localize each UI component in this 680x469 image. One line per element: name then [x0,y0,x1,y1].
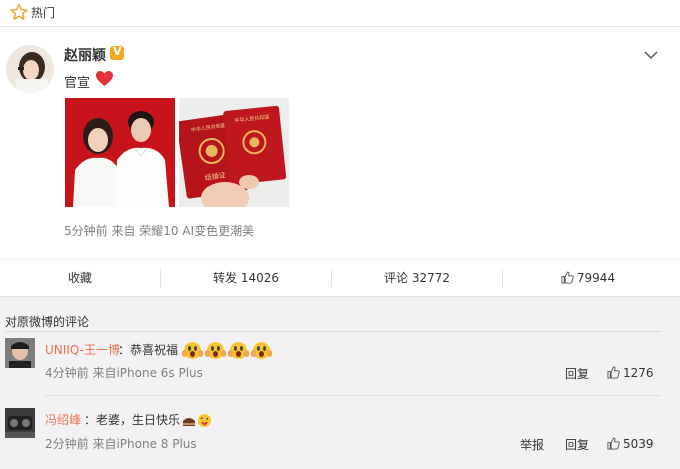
comment-text: ：恭喜祝福 [118,341,273,359]
author-avatar[interactable] [6,45,54,93]
author-name[interactable]: 赵丽颖 [64,45,106,65]
post-meta: 5分钟前 来自 荣耀10 AI变色更潮美 [64,224,255,238]
heart-icon [96,70,113,87]
action-bar: 收藏 转发 14026 评论 32772 79944 [0,259,680,297]
comment-like-button[interactable]: 5039 [607,437,654,451]
thumbs-up-icon [607,366,620,379]
chevron-down-icon[interactable] [643,49,659,61]
favorite-button[interactable]: 收藏 [0,260,160,296]
verified-badge: V [110,45,124,60]
cake-icon [183,417,196,426]
surprised-emoji-icon [205,342,227,359]
surprised-emoji-icon [182,342,204,359]
hot-label: 热门 [31,6,56,20]
like-button[interactable]: 79944 [503,260,673,296]
comment-meta: 4分钟前 来自iPhone 6s Plus [45,366,203,380]
couple-photo[interactable] [65,98,175,207]
marriage-certificate-photo[interactable]: 中华人民共和国 结婚证 中华人民共和国 [179,98,289,207]
reply-button[interactable]: 回复 [565,365,589,382]
comment-like-button[interactable]: 1276 [607,366,654,380]
post-card: 赵丽颖 V 官宣 中华人民共和国 结婚证 中华人民共和国 5分钟前 来自 荣耀1… [0,27,680,259]
comment-text: ：老婆，生日快乐 [84,411,212,428]
commenter-avatar[interactable] [5,408,35,438]
comment-author[interactable]: 冯绍峰 [45,411,81,428]
repost-button[interactable]: 转发 14026 [161,260,331,296]
hot-bar: 热门 [0,0,680,27]
surprised-emoji-icon [251,342,273,359]
thumbs-up-icon [561,271,574,284]
kiss-emoji-icon [197,413,212,428]
comment-button[interactable]: 评论 32772 [332,260,502,296]
divider [45,395,661,396]
post-text: 官宣 [64,76,91,91]
comment-meta: 2分钟前 来自iPhone 8 Plus [45,437,197,451]
divider [5,331,661,332]
comments-section-title: 对原微博的评论 [5,315,90,329]
comment-author[interactable]: UNIIQ-王一博 [45,341,120,358]
surprised-emoji-icon [228,342,250,359]
reply-button[interactable]: 回复 [565,436,589,453]
star-icon [10,3,28,20]
report-button[interactable]: 举报 [520,436,544,453]
thumbs-up-icon [607,437,620,450]
commenter-avatar[interactable] [5,338,35,368]
